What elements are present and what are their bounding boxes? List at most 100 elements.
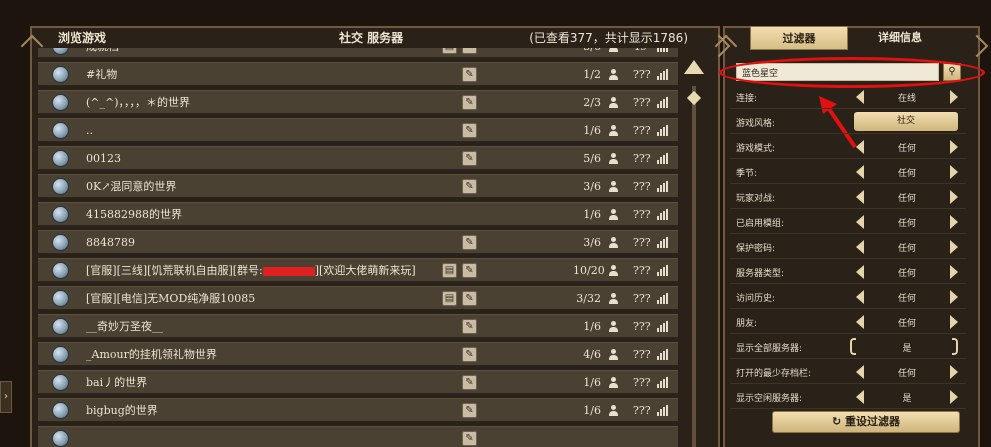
filter-value: 任何 <box>897 244 916 254</box>
next-option-icon[interactable] <box>950 140 958 154</box>
prev-option-icon[interactable] <box>856 165 864 179</box>
prev-option-icon[interactable] <box>850 338 856 355</box>
filter-label: 显示全部服务器: <box>736 344 803 354</box>
server-ping: ??? <box>633 67 651 81</box>
server-name: 成就档 <box>86 48 119 54</box>
filter-label: 打开的最少存档栏: <box>736 369 812 379</box>
server-row[interactable]: .. ✎ 1/6 ??? <box>38 118 678 142</box>
server-globe-icon <box>52 318 69 335</box>
reset-icon: ↻ <box>831 415 846 428</box>
server-name: #礼物 <box>86 68 118 81</box>
server-row[interactable]: 8848789 ✎ 3/6 ??? <box>38 230 678 254</box>
filter-row: 保护密码: 任何 <box>730 235 966 259</box>
mods-wrench-icon: ✎ <box>462 179 477 194</box>
side-expand-arrow[interactable]: › <box>0 381 12 413</box>
next-option-icon[interactable] <box>950 290 958 304</box>
next-option-icon[interactable] <box>950 90 958 104</box>
server-ping: ??? <box>633 207 651 221</box>
player-count: 3/6 <box>573 48 601 53</box>
signal-bars-icon <box>657 153 669 164</box>
tab-filters[interactable]: 过滤器 <box>750 26 848 50</box>
filter-value: 任何 <box>897 369 916 379</box>
filter-label: 玩家对战: <box>736 194 776 204</box>
next-option-icon[interactable] <box>950 365 958 379</box>
next-option-icon[interactable] <box>950 315 958 329</box>
server-row[interactable]: _Amour的挂机领礼物世界 ✎ 4/6 ??? <box>38 342 678 366</box>
server-row[interactable]: ✎ <box>38 426 678 447</box>
next-option-icon[interactable] <box>950 240 958 254</box>
filter-label: 保护密码: <box>736 244 776 254</box>
server-row[interactable]: 00123 ✎ 5/6 ??? <box>38 146 678 170</box>
prev-option-icon[interactable] <box>856 90 864 104</box>
server-globe-icon <box>52 66 69 83</box>
filter-label: 朋友: <box>736 319 758 329</box>
server-name: bai丿的世界 <box>86 376 148 389</box>
signal-bars-icon <box>657 48 669 52</box>
filter-row: 服务器类型: 任何 <box>730 260 966 284</box>
scrollbar[interactable] <box>692 86 696 447</box>
server-category: 社交 服务器 <box>339 30 404 45</box>
prev-option-icon[interactable] <box>856 290 864 304</box>
player-count: 3/32 <box>576 291 601 305</box>
player-icon <box>608 153 618 164</box>
server-ping: ??? <box>633 319 651 333</box>
prev-option-icon[interactable] <box>856 365 864 379</box>
server-row[interactable]: 0K↗混同意的世界 ✎ 3/6 ??? <box>38 174 678 198</box>
prev-option-icon[interactable] <box>856 240 864 254</box>
server-row[interactable]: [官服][三线][饥荒联机自由服][群号:][欢迎大佬萌新来玩] ▤ ✎ 10/20 … <box>38 258 678 282</box>
dedicated-server-icon: ▤ <box>442 291 457 306</box>
player-icon <box>608 265 618 276</box>
player-count: 3/6 <box>583 179 601 193</box>
next-option-icon[interactable] <box>950 215 958 229</box>
next-option-icon[interactable] <box>950 165 958 179</box>
filter-value: 任何 <box>897 294 916 304</box>
filter-label: 显示空闲服务器: <box>736 394 803 404</box>
next-option-icon[interactable] <box>950 190 958 204</box>
server-ping: ??? <box>633 235 651 249</box>
prev-option-icon[interactable] <box>856 265 864 279</box>
filter-value: 任何 <box>897 144 916 154</box>
next-option-icon[interactable] <box>950 265 958 279</box>
filter-value: 任何 <box>897 219 916 229</box>
filter-row: 玩家对战: 任何 <box>730 185 966 209</box>
server-name: 415882988的世界 <box>86 208 182 221</box>
player-count: 1/6 <box>583 319 601 333</box>
next-option-icon[interactable] <box>950 390 958 404</box>
tab-details[interactable]: 详细信息 <box>850 26 950 50</box>
prev-option-icon[interactable] <box>856 190 864 204</box>
redaction-mark <box>262 266 315 276</box>
reset-label: 重设过滤器 <box>845 415 901 428</box>
mods-wrench-icon: ✎ <box>462 48 477 54</box>
filter-row: 显示空闲服务器: 是 <box>730 385 966 409</box>
server-row[interactable]: 成就档 ▤ ✎ 3/6 49 <box>38 48 678 58</box>
server-row[interactable]: [官服][电信]无MOD纯净服10085 ▤ ✎ 3/32 ??? <box>38 286 678 310</box>
filter-value: 是 <box>902 344 912 354</box>
dedicated-server-icon: ▤ <box>442 263 457 278</box>
player-icon <box>608 125 618 136</box>
prev-option-icon[interactable] <box>856 315 864 329</box>
filter-value: 是 <box>902 394 912 404</box>
filter-value: 任何 <box>897 269 916 279</box>
server-row[interactable]: 415882988的世界 1/6 ??? <box>38 202 678 226</box>
filter-label: 游戏模式: <box>736 144 776 154</box>
reset-filters-button[interactable]: ↻ 重设过滤器 <box>772 411 960 433</box>
server-row[interactable]: #礼物 ✎ 1/2 ??? <box>38 62 678 86</box>
list-header: 浏览游戏 社交 服务器 (已查看377，共计显示1786) <box>30 26 720 48</box>
server-name: .. <box>86 123 93 137</box>
next-option-icon[interactable] <box>952 338 958 355</box>
server-row[interactable]: __奇妙万圣夜__ ✎ 1/6 ??? <box>38 314 678 338</box>
server-row[interactable]: bigbug的世界 ✎ 1/6 ??? <box>38 398 678 422</box>
server-globe-icon <box>52 374 69 391</box>
server-row[interactable]: (^_^)，，，，＊的世界 ✎ 2/3 ??? <box>38 90 678 114</box>
server-ping: ??? <box>633 95 651 109</box>
filter-value[interactable]: 社交 <box>854 112 958 131</box>
filter-value: 任何 <box>897 169 916 179</box>
scroll-up-arrow[interactable] <box>684 60 704 74</box>
filter-tabs: 过滤器 详细信息 <box>750 26 965 50</box>
prev-option-icon[interactable] <box>856 390 864 404</box>
server-name: (^_^)，，，，＊的世界 <box>86 96 191 109</box>
prev-option-icon[interactable] <box>856 215 864 229</box>
server-list[interactable]: 成就档 ▤ ✎ 3/6 49 #礼物 ✎ 1/2 ??? (^_^)，，，，＊的世界 ✎ 2/… <box>38 48 678 447</box>
server-row[interactable]: bai丿的世界 ✎ 1/6 ??? <box>38 370 678 394</box>
prev-option-icon[interactable] <box>856 140 864 154</box>
